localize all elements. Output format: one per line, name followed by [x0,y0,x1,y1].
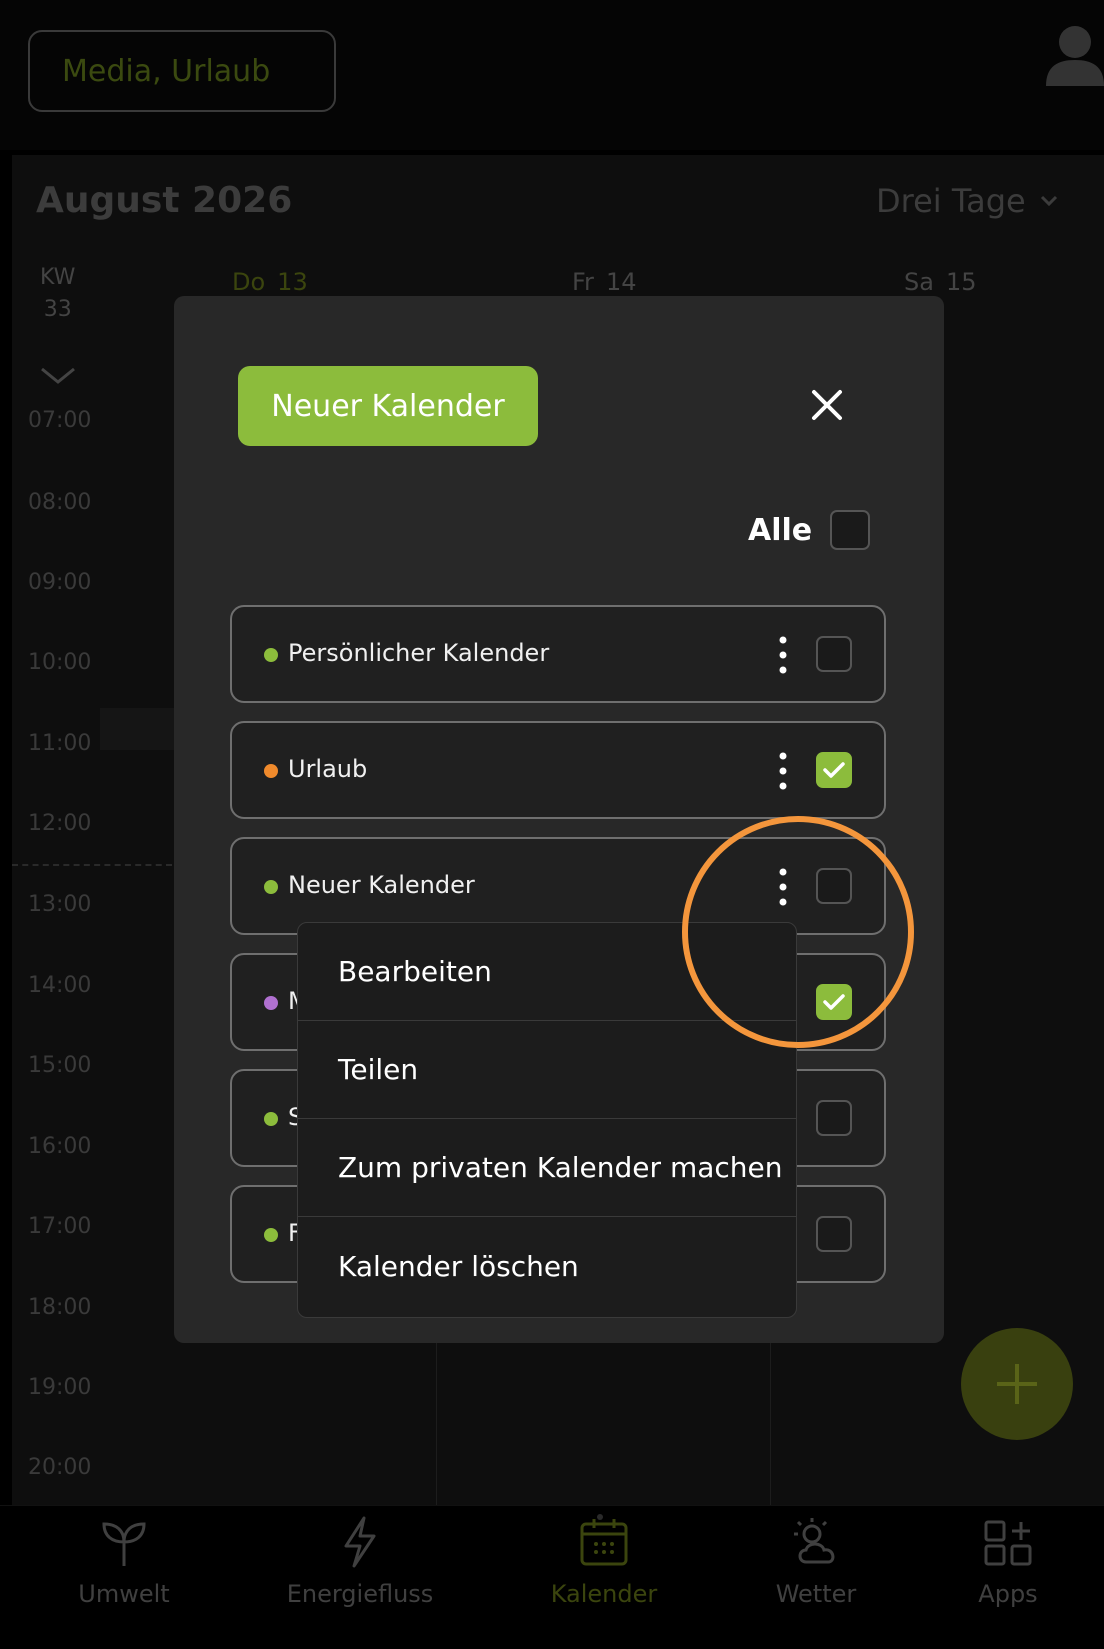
hour-label: 15:00 [28,1053,92,1078]
weather-icon [794,1518,835,1564]
chevron-down-icon [1040,195,1057,207]
calendar-icon [580,1519,628,1566]
lightning-icon [344,1516,376,1568]
bottom-navigation: Umwelt Energiefluss Kalender Wetter Apps [0,1505,1104,1649]
calendar-name: Persönlicher Kalender [288,639,550,667]
view-mode-select[interactable]: Drei Tage [876,182,1058,220]
day-name: Do [232,268,266,296]
checkmark-icon [823,762,845,778]
day-name: Fr [572,268,594,296]
day-header-fri[interactable]: Fr 14 [572,268,636,296]
hour-label: 12:00 [28,811,92,836]
nav-apps[interactable]: Apps [898,1516,1104,1608]
nav-label: Energiefluss [286,1580,434,1608]
nav-label: Wetter [775,1580,857,1608]
day-number: 15 [945,268,977,296]
hour-label: 08:00 [28,490,92,515]
more-options-icon[interactable] [778,751,788,791]
hour-label: 13:00 [28,892,92,917]
close-icon[interactable] [810,388,844,422]
calendar-row[interactable]: Urlaub [230,721,886,819]
hour-label: 11:00 [28,731,92,756]
hour-label: 20:00 [28,1455,92,1480]
calendar-color-dot [264,1112,278,1126]
select-all-label: Alle [748,512,813,548]
collapse-allday-chevron-icon[interactable] [40,366,76,386]
calendar-color-dot [264,1228,278,1242]
view-mode-label: Drei Tage [876,182,1026,220]
calendar-checkbox[interactable] [816,636,852,672]
nav-energiefluss[interactable]: Energiefluss [250,1516,470,1608]
hour-label: 17:00 [28,1214,92,1239]
select-all-row: Alle [748,510,871,550]
calendar-filter-button[interactable]: Media, Urlaub [28,30,336,112]
hour-label: 19:00 [28,1375,92,1400]
more-options-icon[interactable] [778,635,788,675]
calendar-checkbox[interactable] [816,1216,852,1252]
calendar-name: Neuer Kalender [288,871,475,899]
hour-label: 09:00 [28,570,92,595]
calendar-event[interactable] [100,708,180,750]
menu-item-make-private[interactable]: Zum privaten Kalender machen [298,1119,796,1217]
week-value: 33 [43,297,72,322]
day-header-sat[interactable]: Sa 15 [904,268,977,296]
calendar-row[interactable]: Persönlicher Kalender [230,605,886,703]
new-calendar-button[interactable]: Neuer Kalender [238,366,538,446]
sprout-icon [102,1522,146,1566]
nav-umwelt[interactable]: Umwelt [14,1516,234,1608]
week-number: KW 33 [40,262,75,326]
hour-label: 07:00 [28,408,92,433]
add-event-button[interactable] [961,1328,1073,1440]
hour-label: 10:00 [28,650,92,675]
highlight-circle [682,816,914,1048]
day-header-thu[interactable]: Do 13 [232,268,308,296]
nav-label: Kalender [550,1580,658,1608]
day-name: Sa [904,268,934,296]
calendar-color-dot [264,996,278,1010]
current-time-line [12,864,172,866]
nav-label: Umwelt [78,1580,170,1608]
plus-icon [997,1364,1037,1404]
nav-label: Apps [978,1580,1038,1608]
select-all-checkbox[interactable] [830,510,871,550]
hour-label: 14:00 [28,973,92,998]
week-label: KW [40,265,76,290]
calendar-color-dot [264,880,278,894]
hour-label: 18:00 [28,1295,92,1320]
menu-item-delete[interactable]: Kalender löschen [298,1217,796,1315]
nav-kalender[interactable]: Kalender [494,1516,714,1608]
filter-label: Media, Urlaub [62,53,271,89]
hour-label: 16:00 [28,1134,92,1159]
calendar-checkbox[interactable] [816,1100,852,1136]
user-avatar-icon[interactable] [1046,22,1104,86]
month-title: August 2026 [36,180,293,221]
apps-grid-icon [984,1520,1032,1566]
nav-wetter[interactable]: Wetter [706,1516,926,1608]
calendar-name: Urlaub [288,755,368,783]
day-number: 14 [605,268,637,296]
menu-item-share[interactable]: Teilen [298,1021,796,1119]
calendar-color-dot [264,648,278,662]
nav-active-indicator [597,1514,603,1520]
day-number: 13 [277,268,308,296]
calendar-color-dot [264,764,278,778]
calendar-checkbox[interactable] [816,752,852,788]
